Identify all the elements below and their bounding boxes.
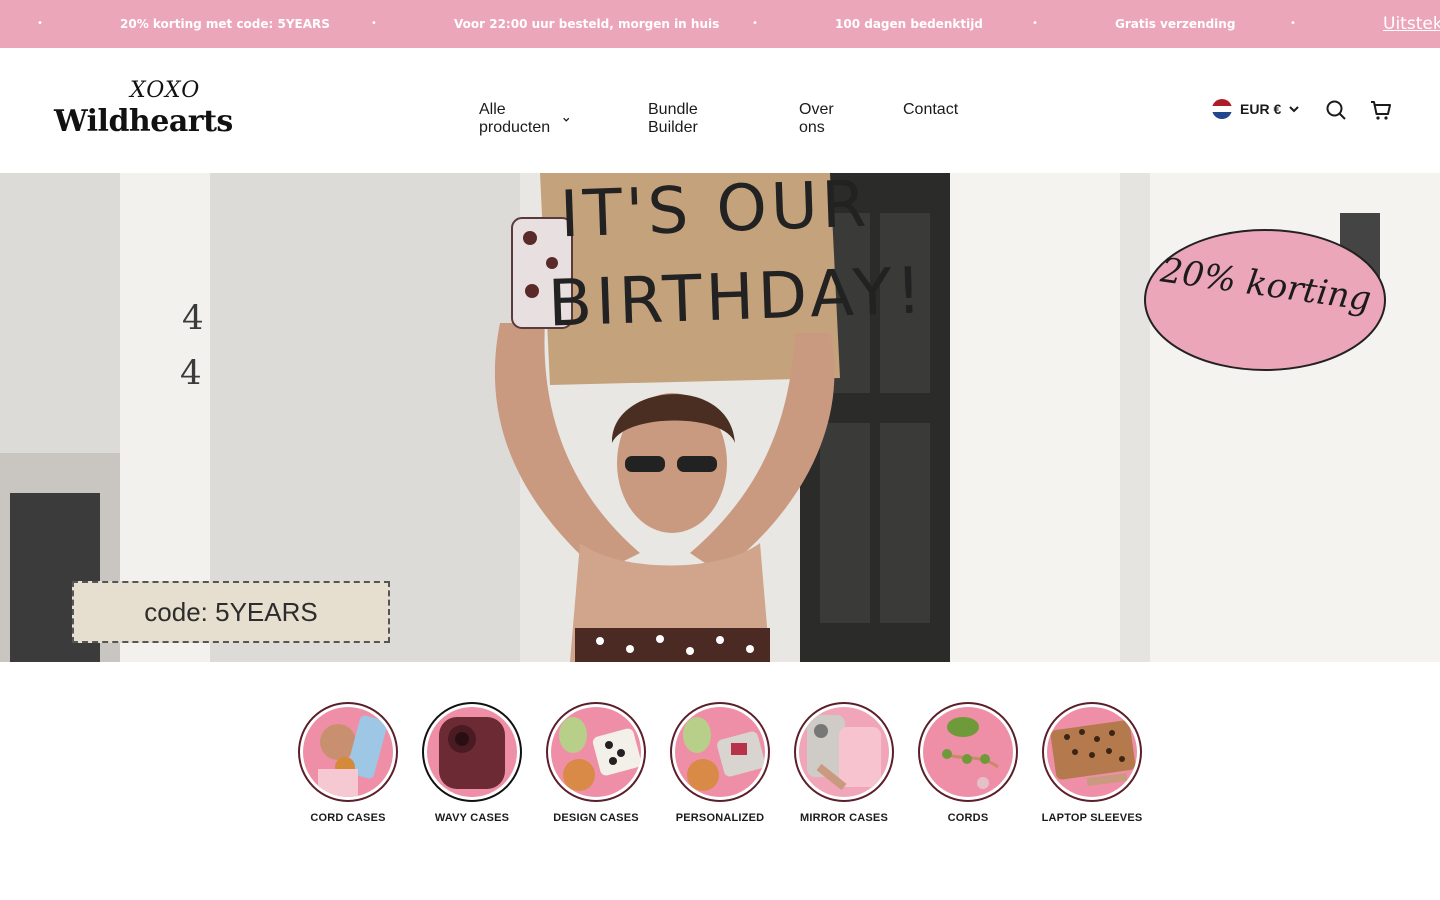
search-icon[interactable]	[1325, 99, 1347, 121]
category-label: MIRROR CASES	[800, 812, 888, 824]
nav-all-products[interactable]: Alle producten	[479, 101, 569, 137]
category-thumbnail	[546, 702, 646, 802]
category-design-cases[interactable]: DESIGN CASES	[546, 702, 646, 824]
discount-code-label: code: 5YEARS	[72, 581, 390, 643]
separator-dot: •	[752, 18, 758, 29]
category-thumbnail	[1042, 702, 1142, 802]
nav-bundle-builder[interactable]: Bundle Builder	[648, 101, 698, 137]
category-label: CORDS	[947, 812, 989, 824]
nav-about[interactable]: Over ons	[799, 101, 834, 137]
category-label: LAPTOP SLEEVES	[1041, 812, 1143, 824]
separator-dot: •	[1290, 18, 1296, 29]
netherlands-flag-icon	[1212, 99, 1232, 119]
category-label: DESIGN CASES	[553, 812, 639, 824]
category-thumbnail	[670, 702, 770, 802]
category-thumbnail	[794, 702, 894, 802]
announcement-bar: • 20% korting met code: 5YEARS • Voor 22…	[0, 0, 1440, 48]
separator-dot: •	[1032, 18, 1038, 29]
announcement-item: Gratis verzending	[1115, 17, 1236, 31]
announcement-link[interactable]: Uitstek	[1383, 0, 1440, 48]
category-mirror-cases[interactable]: MIRROR CASES	[794, 702, 894, 824]
currency-selector[interactable]: EUR €	[1212, 99, 1299, 119]
category-wavy-cases[interactable]: WAVY CASES	[422, 702, 522, 824]
separator-dot: •	[371, 18, 377, 29]
cart-icon[interactable]	[1370, 99, 1392, 121]
currency-label: EUR €	[1240, 101, 1282, 117]
wildhearts-logo[interactable]: XOXO Wildhearts	[54, 78, 264, 140]
category-laptop-sleeves[interactable]: LAPTOP SLEEVES	[1042, 702, 1142, 824]
category-thumbnail	[422, 702, 522, 802]
site-header: XOXO Wildhearts Alle producten Bundle Bu…	[0, 48, 1440, 173]
announcement-item: Voor 22:00 uur besteld, morgen in huis	[454, 17, 720, 31]
category-label: WAVY CASES	[434, 812, 510, 824]
category-label: PERSONALIZED	[675, 812, 765, 824]
category-carousel: CORD CASES WAVY CASES DESIGN CASES PERSO…	[298, 702, 1142, 824]
separator-dot: •	[37, 18, 43, 29]
nav-label: Alle producten	[479, 101, 551, 136]
house-number: 4	[182, 298, 204, 338]
category-cords[interactable]: CORDS	[918, 702, 1018, 824]
category-personalized[interactable]: PERSONALIZED	[670, 702, 770, 824]
sign-line-2: BIRTHDAY!	[546, 254, 927, 342]
announcement-item: 100 dagen bedenktijd	[835, 17, 983, 31]
category-thumbnail	[298, 702, 398, 802]
logo-xoxo: XOXO	[130, 78, 201, 103]
category-label: CORD CASES	[310, 812, 386, 824]
sign-line-1: IT'S OUR	[558, 173, 872, 253]
category-cord-cases[interactable]: CORD CASES	[298, 702, 398, 824]
chevron-down-icon	[1289, 106, 1299, 113]
logo-wordmark: Wildhearts	[54, 104, 233, 139]
category-thumbnail	[918, 702, 1018, 802]
house-number: 4	[180, 353, 202, 393]
announcement-item: 20% korting met code: 5YEARS	[120, 17, 330, 31]
chevron-down-icon	[562, 117, 569, 122]
nav-contact[interactable]: Contact	[903, 101, 958, 119]
